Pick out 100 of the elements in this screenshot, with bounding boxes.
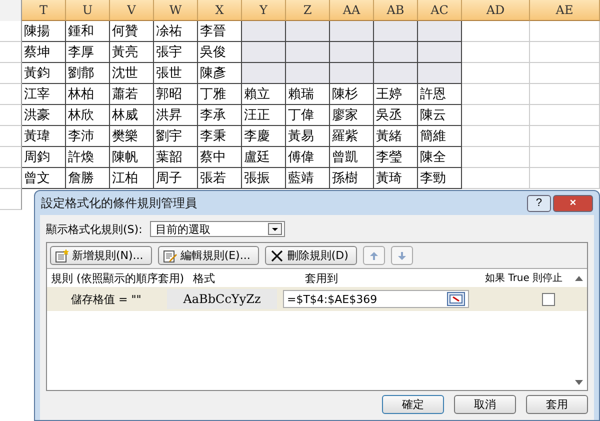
- row-header[interactable]: [0, 189, 22, 210]
- table-cell: 林柏: [66, 84, 110, 105]
- table-cell: 黃瑋: [22, 126, 66, 147]
- table-cell: 張宇: [154, 42, 198, 63]
- column-header[interactable]: T: [22, 0, 66, 21]
- table-cell: 張若: [198, 168, 242, 189]
- row-header[interactable]: [0, 147, 22, 168]
- table-cell: 吳丞: [374, 105, 418, 126]
- table-cell: 江柏: [110, 168, 154, 189]
- row-header[interactable]: [0, 21, 22, 42]
- row-header[interactable]: [0, 168, 22, 189]
- table-cell: 吳俊: [198, 42, 242, 63]
- table-cell: 張世: [154, 63, 198, 84]
- table-cell: 葉韶: [154, 147, 198, 168]
- table-cell: 李晉: [198, 21, 242, 42]
- dialog-button[interactable]: 套用: [526, 395, 588, 414]
- table-cell: 丁雅: [198, 84, 242, 105]
- table-cell: 劉宇: [154, 126, 198, 147]
- column-header[interactable]: AE: [530, 0, 600, 21]
- up-arrow-icon: [369, 250, 380, 260]
- delete-rule-button[interactable]: 刪除規則(D): [265, 246, 358, 265]
- row-header[interactable]: [0, 42, 22, 63]
- table-cell: 李承: [198, 105, 242, 126]
- row-header[interactable]: [0, 84, 22, 105]
- rule-row[interactable]: 儲存格值 = "" AaBbCcYyZz =$T$4:$AE$369: [47, 287, 587, 311]
- dialog-button[interactable]: 確定: [382, 395, 444, 414]
- table-cell: 羅紫: [330, 126, 374, 147]
- table-cell: 李秉: [198, 126, 242, 147]
- table-cell: 陳帆: [110, 147, 154, 168]
- column-header[interactable]: Z: [286, 0, 330, 21]
- table-cell: 李厚: [66, 42, 110, 63]
- column-header[interactable]: X: [198, 0, 242, 21]
- column-header[interactable]: Y: [242, 0, 286, 21]
- row-header[interactable]: [0, 105, 22, 126]
- table-cell: 林欣: [66, 105, 110, 126]
- rule-condition: 儲存格值 = "": [70, 292, 142, 306]
- close-button[interactable]: ×: [553, 194, 593, 212]
- table-cell: 沈世: [110, 63, 154, 84]
- column-header[interactable]: W: [154, 0, 198, 21]
- row-header[interactable]: [0, 126, 22, 147]
- table-cell: 黃琦: [374, 168, 418, 189]
- table-cell: 周子: [154, 168, 198, 189]
- help-button[interactable]: ?: [526, 194, 551, 212]
- table-cell: 賴瑞: [286, 84, 330, 105]
- column-header[interactable]: AC: [418, 0, 462, 21]
- table-cell: 劉鄁: [66, 63, 110, 84]
- stop-if-true-checkbox[interactable]: [542, 292, 554, 306]
- table-cell: 黃鈞: [22, 63, 66, 84]
- table-cell: 張振: [242, 168, 286, 189]
- edit-rule-button[interactable]: 編輯規則(E)...: [158, 246, 260, 265]
- table-cell: 陳杉: [330, 84, 374, 105]
- delete-x-icon: [270, 248, 284, 262]
- dialog-button[interactable]: 取消: [454, 395, 516, 414]
- table-cell: 鍾和: [66, 21, 110, 42]
- table-cell: 李沛: [66, 126, 110, 147]
- column-header[interactable]: V: [110, 0, 154, 21]
- column-header: 如果 True 則停止: [485, 272, 563, 285]
- column-header[interactable]: AB: [374, 0, 418, 21]
- table-cell: 周鈞: [22, 147, 66, 168]
- table-cell: 丁偉: [286, 105, 330, 126]
- table-cell: 汪正: [242, 105, 286, 126]
- table-cell: 凃祐: [154, 21, 198, 42]
- table-cell: 曾凱: [330, 147, 374, 168]
- column-header[interactable]: U: [66, 0, 110, 21]
- select-all-corner[interactable]: [0, 0, 22, 21]
- column-header: 套用到: [305, 270, 339, 286]
- show-rules-label: 顯示格式化規則(S):: [46, 222, 142, 236]
- table-cell: 王婷: [374, 84, 418, 105]
- table-cell: 盧廷: [242, 147, 286, 168]
- table-cell: 廖家: [330, 105, 374, 126]
- table-cell: 傅偉: [286, 147, 330, 168]
- table-cell: 藍靖: [286, 168, 330, 189]
- table-cell: 蕭若: [110, 84, 154, 105]
- column-header[interactable]: AD: [462, 0, 530, 21]
- column-header: 格式: [193, 270, 216, 286]
- column-header[interactable]: AA: [330, 0, 374, 21]
- move-down-button[interactable]: [391, 246, 414, 265]
- table-cell: 郭昭: [154, 84, 198, 105]
- table-cell: 蔡中: [198, 147, 242, 168]
- table-cell: 陳揚: [22, 21, 66, 42]
- move-up-button[interactable]: [363, 246, 386, 265]
- table-cell: 江宰: [22, 84, 66, 105]
- table-cell: 陳全: [418, 147, 462, 168]
- table-cell: 樊樂: [110, 126, 154, 147]
- column-header: 規則 (依照顯示的順序套用): [51, 270, 186, 286]
- new-rule-button[interactable]: 新增規則(N)...: [50, 246, 152, 265]
- table-cell: 林威: [110, 105, 154, 126]
- table-cell: 黃緒: [374, 126, 418, 147]
- table-cell: 詹勝: [66, 168, 110, 189]
- edit-document-icon: [163, 248, 178, 262]
- applies-to-field[interactable]: =$T$4:$AE$369: [283, 290, 469, 308]
- table-cell: 洪昇: [154, 105, 198, 126]
- table-cell: 陳彥: [198, 63, 242, 84]
- table-cell: 賴立: [242, 84, 286, 105]
- table-cell: 洪豪: [22, 105, 66, 126]
- table-cell: 許恩: [418, 84, 462, 105]
- scope-dropdown[interactable]: 目前的選取: [150, 221, 286, 237]
- row-header[interactable]: [0, 63, 22, 84]
- table-cell: 蔡坤: [22, 42, 66, 63]
- table-cell: 曾文: [22, 168, 66, 189]
